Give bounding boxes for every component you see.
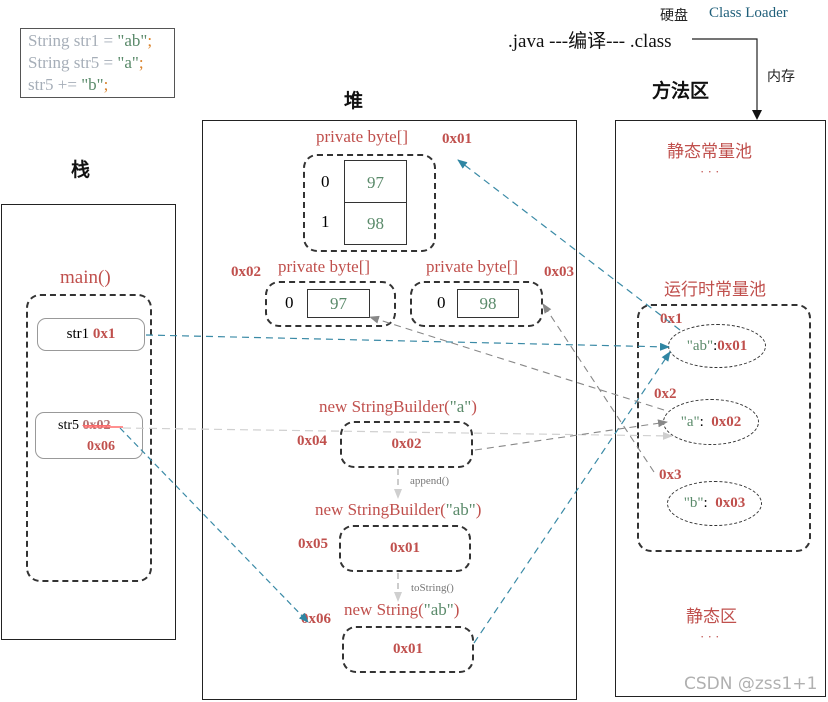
arrow-sb-to-a bbox=[474, 419, 668, 451]
arrow-b-to-array-0x03 bbox=[542, 303, 655, 473]
arrow-newstring-to-ab bbox=[473, 351, 671, 644]
arrow-str5-old-to-a bbox=[122, 427, 673, 440]
arrow-str5-to-0x06 bbox=[119, 427, 309, 623]
arrow-a-to-array-0x02 bbox=[369, 315, 665, 411]
arrows-layer bbox=[84, 38, 762, 644]
arrow-ab-to-array-0x01 bbox=[457, 159, 681, 331]
class-load-arrowhead bbox=[752, 110, 762, 120]
class-load-arrow bbox=[692, 38, 758, 113]
arrow-str1-to-ab bbox=[145, 334, 670, 351]
